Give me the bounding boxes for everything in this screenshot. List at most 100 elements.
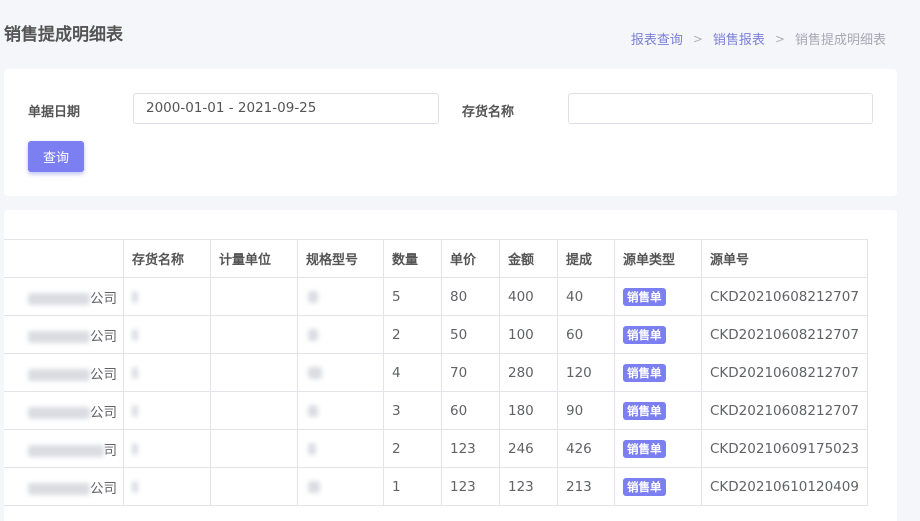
column-header-spec: 规格型号 (297, 239, 384, 278)
column-header-source-no: 源单号 (701, 239, 868, 278)
redacted-mask (27, 444, 104, 457)
quantity-cell: 5 (383, 277, 442, 316)
source-type-cell: 销售单 (614, 429, 702, 468)
unit-cell (210, 315, 298, 354)
spec-cell (297, 353, 384, 392)
redacted-mask (28, 482, 90, 495)
customer-cell: 司 (4, 429, 124, 468)
source-no-cell: CKD20210609175023 (701, 429, 868, 468)
breadcrumb-separator-icon: > (774, 31, 785, 46)
source-no-cell: CKD20210608212707 (701, 353, 868, 392)
redacted-mask (28, 292, 90, 305)
customer-name: 司 (103, 442, 118, 459)
amount-cell: 246 (499, 429, 558, 468)
amount-cell: 100 (499, 315, 558, 354)
breadcrumb-item-report-query[interactable]: 报表查询 (631, 29, 683, 48)
table-row[interactable]: 公司 4 70 280 120 销售单 CKD20210608212707 (4, 353, 868, 392)
table-row[interactable]: 公司 1 123 123 213 销售单 CKD20210610120409 (4, 467, 868, 506)
price-cell: 123 (441, 429, 500, 468)
price-cell: 60 (441, 391, 500, 430)
column-header (4, 239, 124, 278)
unit-cell (210, 429, 298, 468)
customer-cell: 公司 (4, 277, 124, 316)
price-cell: 80 (441, 277, 500, 316)
spec-cell (297, 467, 384, 506)
redacted-mask (132, 328, 138, 341)
redacted-mask (308, 480, 320, 493)
goods-cell (123, 353, 211, 392)
source-type-badge: 销售单 (623, 477, 666, 496)
price-cell: 123 (441, 467, 500, 506)
table-row[interactable]: 司 2 123 246 426 销售单 CKD20210609175023 (4, 429, 868, 468)
redacted-mask (132, 480, 138, 493)
source-type-badge: 销售单 (623, 287, 666, 306)
commission-cell: 40 (557, 277, 615, 316)
source-type-cell: 销售单 (614, 467, 702, 506)
source-no-cell: CKD20210608212707 (701, 277, 868, 316)
source-no-cell: CKD20210608212707 (701, 391, 868, 430)
source-type-badge: 销售单 (623, 325, 666, 344)
unit-cell (210, 277, 298, 316)
source-no-cell: CKD20210610120409 (701, 467, 868, 506)
redacted-mask (308, 404, 318, 417)
table-row[interactable]: 公司 2 50 100 60 销售单 CKD20210608212707 (4, 315, 868, 354)
goods-cell (123, 277, 211, 316)
source-type-badge: 销售单 (623, 401, 666, 420)
commission-cell: 213 (557, 467, 615, 506)
customer-cell: 公司 (4, 467, 124, 506)
unit-cell (210, 467, 298, 506)
redacted-mask (28, 406, 90, 419)
customer-name: 公司 (90, 480, 117, 497)
column-header-goods-name: 存货名称 (123, 239, 211, 278)
column-header-commission: 提成 (557, 239, 615, 278)
redacted-mask (28, 368, 90, 381)
commission-cell: 120 (557, 353, 615, 392)
column-header-source-type: 源单类型 (614, 239, 702, 278)
commission-cell: 426 (557, 429, 615, 468)
redacted-mask (132, 290, 138, 303)
spec-cell (297, 315, 384, 354)
table-row[interactable]: 公司 5 80 400 40 销售单 CKD20210608212707 (4, 277, 868, 316)
commission-cell: 90 (557, 391, 615, 430)
redacted-mask (132, 366, 138, 379)
filter-panel: 单据日期 2000-01-01 - 2021-09-25 存货名称 查询 (4, 69, 897, 196)
customer-cell: 公司 (4, 391, 124, 430)
source-type-cell: 销售单 (614, 391, 702, 430)
table-row[interactable]: 公司 3 60 180 90 销售单 CKD20210608212707 (4, 391, 868, 430)
quantity-cell: 3 (383, 391, 442, 430)
goods-name-input[interactable] (568, 93, 873, 124)
amount-cell: 280 (499, 353, 558, 392)
redacted-mask (308, 442, 316, 455)
price-cell: 70 (441, 353, 500, 392)
redacted-mask (132, 404, 138, 417)
sales-commission-table: 存货名称 计量单位 规格型号 数量 单价 金额 提成 源单类型 源单号 公司 5… (4, 239, 868, 506)
redacted-mask (132, 442, 138, 455)
table-header-row: 存货名称 计量单位 规格型号 数量 单价 金额 提成 源单类型 源单号 (4, 239, 868, 278)
redacted-mask (308, 366, 322, 379)
breadcrumb-item-sales-report[interactable]: 销售报表 (713, 29, 765, 48)
date-label: 单据日期 (28, 105, 81, 120)
column-header-amount: 金额 (499, 239, 558, 278)
breadcrumb-separator-icon: > (692, 31, 703, 46)
breadcrumb: 报表查询 > 销售报表 > 销售提成明细表 (631, 29, 886, 49)
customer-name: 公司 (90, 404, 117, 421)
source-type-badge: 销售单 (623, 439, 666, 458)
amount-cell: 180 (499, 391, 558, 430)
source-no-cell: CKD20210608212707 (701, 315, 868, 354)
amount-cell: 123 (499, 467, 558, 506)
page-title: 销售提成明细表 (4, 25, 123, 45)
customer-name: 公司 (90, 328, 117, 345)
date-range-input[interactable]: 2000-01-01 - 2021-09-25 (133, 93, 439, 124)
column-header-unit: 计量单位 (210, 239, 298, 278)
goods-cell (123, 391, 211, 430)
redacted-mask (28, 330, 90, 343)
source-type-cell: 销售单 (614, 353, 702, 392)
results-panel: 存货名称 计量单位 规格型号 数量 单价 金额 提成 源单类型 源单号 公司 5… (4, 210, 897, 521)
source-type-badge: 销售单 (623, 363, 666, 382)
spec-cell (297, 429, 384, 468)
query-button[interactable]: 查询 (28, 141, 84, 172)
breadcrumb-item-current: 销售提成明细表 (794, 33, 886, 48)
source-type-cell: 销售单 (614, 277, 702, 316)
customer-name: 公司 (90, 366, 117, 383)
redacted-mask (308, 290, 318, 303)
